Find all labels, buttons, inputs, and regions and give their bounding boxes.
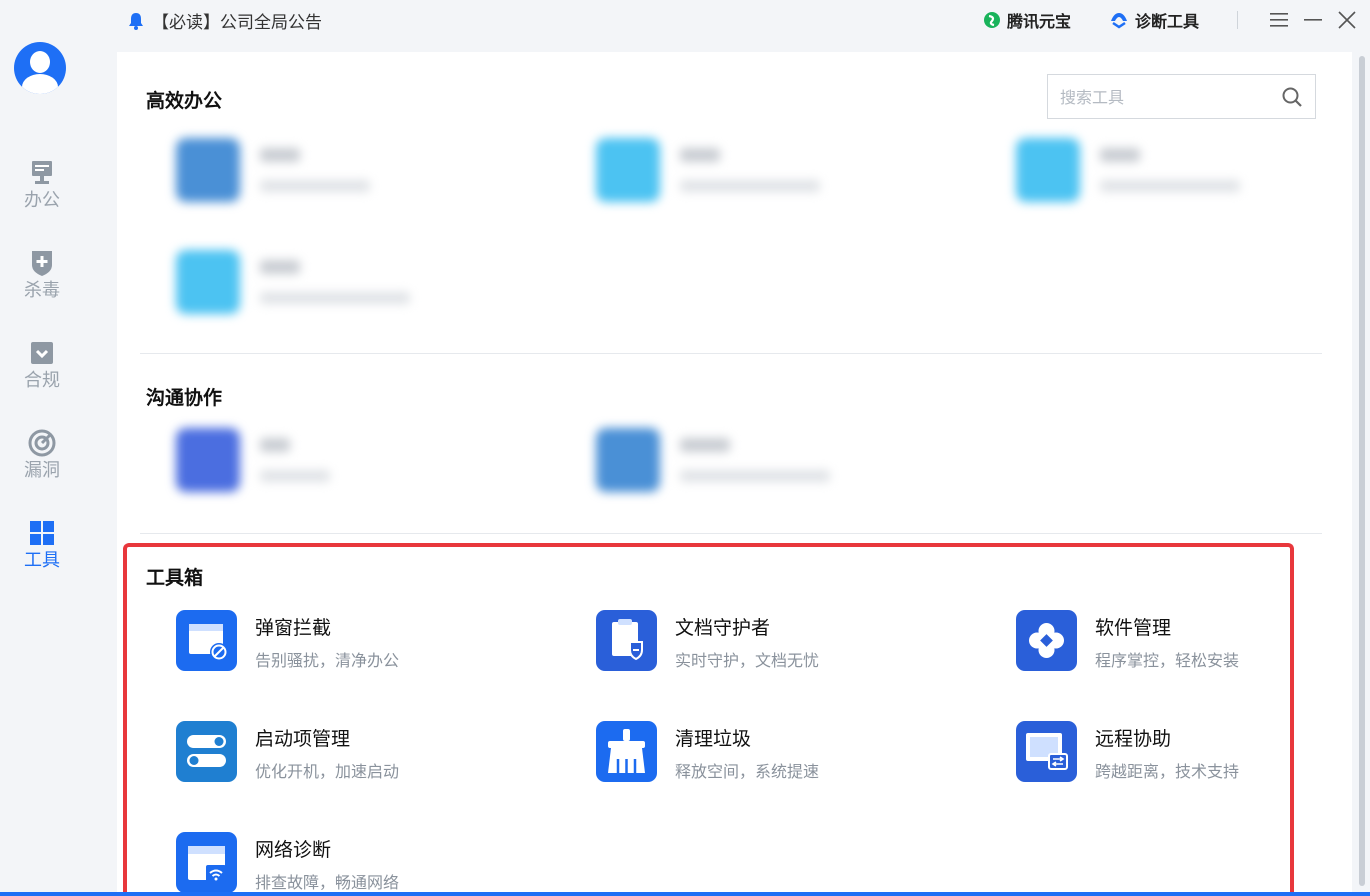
section-title-office: 高效办公 (146, 90, 223, 112)
sidebar-item-label: 杀毒 (24, 280, 60, 301)
tool-name: 软件管理 (1095, 617, 1172, 639)
tool-name: 清理垃圾 (675, 728, 752, 750)
yuanbao-icon (983, 12, 1000, 28)
software-manager-icon (1016, 610, 1077, 671)
blurred-tool-tile[interactable] (596, 138, 856, 228)
sidebar-item-label: 合规 (24, 370, 60, 391)
minimize-button[interactable] (1300, 7, 1326, 33)
tool-description: 程序掌控，轻松安装 (1095, 651, 1240, 670)
sidebar-item-label: 漏洞 (24, 460, 60, 481)
sidebar-item-compliance[interactable]: 合规 (0, 338, 84, 398)
announcement-link[interactable]: 【必读】公司全局公告 (128, 8, 322, 33)
network-diagnose-icon (176, 832, 237, 893)
yuanbao-label: 腾讯元宝 (1006, 12, 1071, 31)
hamburger-menu-icon (1270, 13, 1288, 27)
sidebar-item-label: 办公 (24, 190, 60, 211)
blurred-tool-tile[interactable] (176, 428, 436, 518)
tool-name: 文档守护者 (675, 617, 771, 639)
popup-block-icon (176, 610, 237, 671)
section-divider (140, 533, 1322, 534)
tool-cleanup[interactable]: 清理垃圾 释放空间，系统提速 (596, 721, 926, 793)
tool-startup-manager[interactable]: 启动项管理 优化开机，加速启动 (176, 721, 506, 793)
avatar[interactable] (14, 42, 66, 94)
sidebar-item-tools[interactable]: 工具 (0, 518, 84, 578)
toolbar-divider (1237, 11, 1238, 29)
close-button[interactable] (1334, 7, 1360, 33)
check-box-icon (31, 342, 53, 364)
section-divider (140, 353, 1322, 354)
blurred-tool-tile[interactable] (1016, 138, 1276, 228)
tool-name: 远程协助 (1095, 728, 1172, 750)
sidebar: 办公 杀毒 合规 漏洞 工具 (0, 0, 84, 896)
tool-description: 跨越距离，技术支持 (1095, 762, 1240, 781)
tool-name: 网络诊断 (255, 839, 332, 861)
menu-button[interactable] (1266, 7, 1292, 33)
taskbar-edge (0, 892, 1370, 896)
tool-name: 启动项管理 (255, 728, 351, 750)
monitor-icon (32, 161, 52, 184)
blurred-tool-tile[interactable] (176, 138, 436, 228)
blurred-tool-tile[interactable] (176, 250, 436, 340)
diagnose-tool-link[interactable]: 诊断工具 (1109, 8, 1199, 32)
tool-description: 排查故障，畅通网络 (255, 873, 400, 892)
tool-network-diagnose[interactable]: 网络诊断 排查故障，畅通网络 (176, 832, 506, 896)
scrollbar[interactable] (1356, 52, 1368, 896)
cleanup-broom-icon (596, 721, 657, 782)
tool-description: 实时守护，文档无忧 (675, 651, 820, 670)
tool-description: 告别骚扰，清净办公 (255, 651, 400, 670)
tool-popup-block[interactable]: 弹窗拦截 告别骚扰，清净办公 (176, 610, 506, 682)
diagnose-icon (1110, 13, 1127, 29)
sidebar-item-office[interactable]: 办公 (0, 158, 84, 218)
blurred-tool-tile[interactable] (596, 428, 856, 518)
announcement-text: 【必读】公司全局公告 (152, 13, 322, 33)
tool-description: 优化开机，加速启动 (255, 762, 400, 781)
grid-icon (30, 521, 54, 545)
bell-icon (129, 12, 143, 30)
section-title-communication: 沟通协作 (146, 387, 223, 409)
tool-document-guard[interactable]: 文档守护者 实时守护，文档无忧 (596, 610, 926, 682)
sidebar-item-label: 工具 (24, 550, 60, 571)
shield-plus-icon (32, 251, 52, 276)
section-title-toolbox: 工具箱 (146, 567, 204, 589)
close-icon (1338, 11, 1356, 29)
title-bar: 【必读】公司全局公告 腾讯元宝 诊断工具 (84, 0, 1370, 42)
tool-software-manager[interactable]: 软件管理 程序掌控，轻松安装 (1016, 610, 1346, 682)
tool-name: 弹窗拦截 (255, 617, 332, 639)
sidebar-item-vulnerability[interactable]: 漏洞 (0, 428, 84, 488)
remote-assist-icon (1016, 721, 1077, 782)
tool-description: 释放空间，系统提速 (675, 762, 820, 781)
tool-remote-assist[interactable]: 远程协助 跨越距离，技术支持 (1016, 721, 1346, 793)
search-input[interactable] (1060, 85, 1270, 109)
startup-toggle-icon (176, 721, 237, 782)
search-box[interactable] (1047, 74, 1316, 119)
minimize-icon (1304, 19, 1322, 21)
yuanbao-link[interactable]: 腾讯元宝 (983, 8, 1071, 32)
radar-icon (28, 429, 56, 457)
document-guard-icon (596, 610, 657, 671)
search-icon[interactable] (1281, 86, 1303, 108)
sidebar-item-antivirus[interactable]: 杀毒 (0, 248, 84, 308)
diagnose-label: 诊断工具 (1134, 12, 1199, 31)
